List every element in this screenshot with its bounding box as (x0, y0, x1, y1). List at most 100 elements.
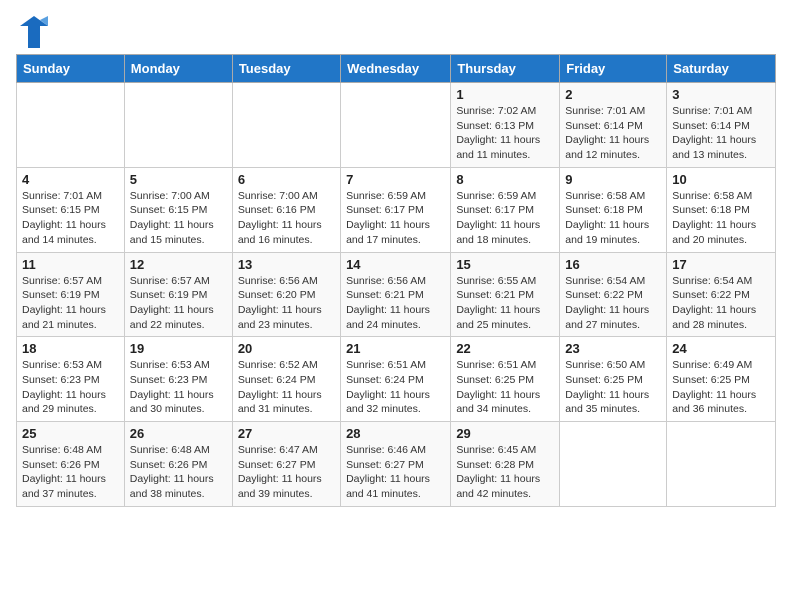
day-cell: 6Sunrise: 7:00 AMSunset: 6:16 PMDaylight… (232, 167, 340, 252)
day-info-text: Sunrise: 6:54 AM (672, 274, 770, 289)
day-info-text: Daylight: 11 hours and 19 minutes. (565, 218, 661, 247)
day-cell: 11Sunrise: 6:57 AMSunset: 6:19 PMDayligh… (17, 252, 125, 337)
day-info-text: Sunrise: 6:48 AM (22, 443, 119, 458)
day-info-text: Sunset: 6:14 PM (672, 119, 770, 134)
weekday-header-saturday: Saturday (667, 55, 776, 83)
day-info-text: Sunset: 6:14 PM (565, 119, 661, 134)
day-cell (232, 83, 340, 168)
week-row-5: 25Sunrise: 6:48 AMSunset: 6:26 PMDayligh… (17, 422, 776, 507)
day-info-text: Sunset: 6:15 PM (22, 203, 119, 218)
day-info-text: Sunset: 6:13 PM (456, 119, 554, 134)
day-cell: 13Sunrise: 6:56 AMSunset: 6:20 PMDayligh… (232, 252, 340, 337)
day-info-text: Sunrise: 6:57 AM (22, 274, 119, 289)
weekday-header-friday: Friday (560, 55, 667, 83)
day-info-text: Sunrise: 6:45 AM (456, 443, 554, 458)
day-info-text: Daylight: 11 hours and 34 minutes. (456, 388, 554, 417)
day-info-text: Daylight: 11 hours and 41 minutes. (346, 472, 445, 501)
day-cell (341, 83, 451, 168)
day-number: 29 (456, 426, 554, 441)
day-cell: 3 Sunrise: 7:01 AMSunset: 6:14 PMDaylight… (667, 83, 776, 168)
day-number: 5 (130, 172, 227, 187)
weekday-header-sunday: Sunday (17, 55, 125, 83)
day-info-text: Daylight: 11 hours and 22 minutes. (130, 303, 227, 332)
day-info-text: Sunset: 6:26 PM (130, 458, 227, 473)
day-info-text: Daylight: 11 hours and 38 minutes. (130, 472, 227, 501)
day-info-text: Sunrise: 6:46 AM (346, 443, 445, 458)
day-number: 16 (565, 257, 661, 272)
day-info-text: Sunset: 6:25 PM (672, 373, 770, 388)
day-number: 1 (456, 87, 554, 102)
day-info-text: Daylight: 11 hours and 17 minutes. (346, 218, 445, 247)
day-info-text: Sunset: 6:25 PM (565, 373, 661, 388)
day-number: 4 (22, 172, 119, 187)
day-info-text: Daylight: 11 hours and 35 minutes. (565, 388, 661, 417)
day-number: 6 (238, 172, 335, 187)
day-cell: 9Sunrise: 6:58 AMSunset: 6:18 PMDaylight… (560, 167, 667, 252)
day-cell: 4Sunrise: 7:01 AMSunset: 6:15 PMDaylight… (17, 167, 125, 252)
day-info-text: Daylight: 11 hours and 23 minutes. (238, 303, 335, 332)
day-info-text: Daylight: 11 hours and 18 minutes. (456, 218, 554, 247)
day-info-text: Sunset: 6:19 PM (22, 288, 119, 303)
day-info-text: Daylight: 11 hours and 37 minutes. (22, 472, 119, 501)
day-info-text: Sunset: 6:22 PM (565, 288, 661, 303)
day-info-text: Sunrise: 6:53 AM (130, 358, 227, 373)
day-info-text: Sunset: 6:18 PM (672, 203, 770, 218)
day-info-text: Sunset: 6:23 PM (130, 373, 227, 388)
day-info-text: Sunset: 6:16 PM (238, 203, 335, 218)
day-cell: 18Sunrise: 6:53 AMSunset: 6:23 PMDayligh… (17, 337, 125, 422)
day-number: 21 (346, 341, 445, 356)
day-info-text: Daylight: 11 hours and 32 minutes. (346, 388, 445, 417)
day-info-text: Daylight: 11 hours and 15 minutes. (130, 218, 227, 247)
day-cell: 29Sunrise: 6:45 AMSunset: 6:28 PMDayligh… (451, 422, 560, 507)
day-info-text: Sunset: 6:20 PM (238, 288, 335, 303)
week-row-3: 11Sunrise: 6:57 AMSunset: 6:19 PMDayligh… (17, 252, 776, 337)
day-number: 22 (456, 341, 554, 356)
day-number: 2 (565, 87, 661, 102)
day-info-text: Sunset: 6:18 PM (565, 203, 661, 218)
day-number: 12 (130, 257, 227, 272)
day-number: 23 (565, 341, 661, 356)
weekday-header-row: SundayMondayTuesdayWednesdayThursdayFrid… (17, 55, 776, 83)
day-info-text: Sunrise: 6:59 AM (346, 189, 445, 204)
day-cell (17, 83, 125, 168)
day-info-text: Sunrise: 7:01 AM (672, 104, 770, 119)
day-info-text: Daylight: 11 hours and 31 minutes. (238, 388, 335, 417)
day-number: 13 (238, 257, 335, 272)
day-info-text: Daylight: 11 hours and 30 minutes. (130, 388, 227, 417)
day-number: 10 (672, 172, 770, 187)
day-cell: 2 Sunrise: 7:01 AMSunset: 6:14 PMDaylight… (560, 83, 667, 168)
day-info-text: Sunrise: 7:01 AM (565, 104, 661, 119)
day-info-text: Daylight: 11 hours and 12 minutes. (565, 133, 661, 162)
day-info-text: Sunrise: 7:02 AM (456, 104, 554, 119)
day-info-text: Sunrise: 6:47 AM (238, 443, 335, 458)
day-number: 18 (22, 341, 119, 356)
day-info-text: Sunset: 6:28 PM (456, 458, 554, 473)
day-cell: 22Sunrise: 6:51 AMSunset: 6:25 PMDayligh… (451, 337, 560, 422)
day-number: 3 (672, 87, 770, 102)
day-cell: 8Sunrise: 6:59 AMSunset: 6:17 PMDaylight… (451, 167, 560, 252)
day-info-text: Sunset: 6:26 PM (22, 458, 119, 473)
day-info-text: Daylight: 11 hours and 39 minutes. (238, 472, 335, 501)
day-cell: 26Sunrise: 6:48 AMSunset: 6:26 PMDayligh… (124, 422, 232, 507)
day-info-text: Sunset: 6:22 PM (672, 288, 770, 303)
week-row-1: 1 Sunrise: 7:02 AMSunset: 6:13 PM Daylight… (17, 83, 776, 168)
day-info-text: Sunrise: 6:54 AM (565, 274, 661, 289)
calendar-table: SundayMondayTuesdayWednesdayThursdayFrid… (16, 54, 776, 507)
day-cell: 19 Sunrise: 6:53 AMSunset: 6:23 PMDayligh… (124, 337, 232, 422)
day-number: 27 (238, 426, 335, 441)
day-info-text: Sunrise: 6:58 AM (565, 189, 661, 204)
day-cell: 27 Sunrise: 6:47 AMSunset: 6:27 PMDayligh… (232, 422, 340, 507)
day-info-text: Daylight: 11 hours and 13 minutes. (672, 133, 770, 162)
day-info-text: Sunset: 6:27 PM (346, 458, 445, 473)
weekday-header-monday: Monday (124, 55, 232, 83)
day-info-text: Sunset: 6:23 PM (22, 373, 119, 388)
day-info-text: Sunset: 6:17 PM (346, 203, 445, 218)
day-cell: 24Sunrise: 6:49 AMSunset: 6:25 PMDayligh… (667, 337, 776, 422)
day-info-text: Daylight: 11 hours and 16 minutes. (238, 218, 335, 247)
day-info-text: Sunset: 6:27 PM (238, 458, 335, 473)
day-cell: 1Sunrise: 7:02 AMSunset: 6:13 PMDaylight… (451, 83, 560, 168)
day-info-text: Sunset: 6:24 PM (346, 373, 445, 388)
day-cell: 21Sunrise: 6:51 AMSunset: 6:24 PMDayligh… (341, 337, 451, 422)
day-number: 19 (130, 341, 227, 356)
day-cell: 15Sunrise: 6:55 AMSunset: 6:21 PMDayligh… (451, 252, 560, 337)
